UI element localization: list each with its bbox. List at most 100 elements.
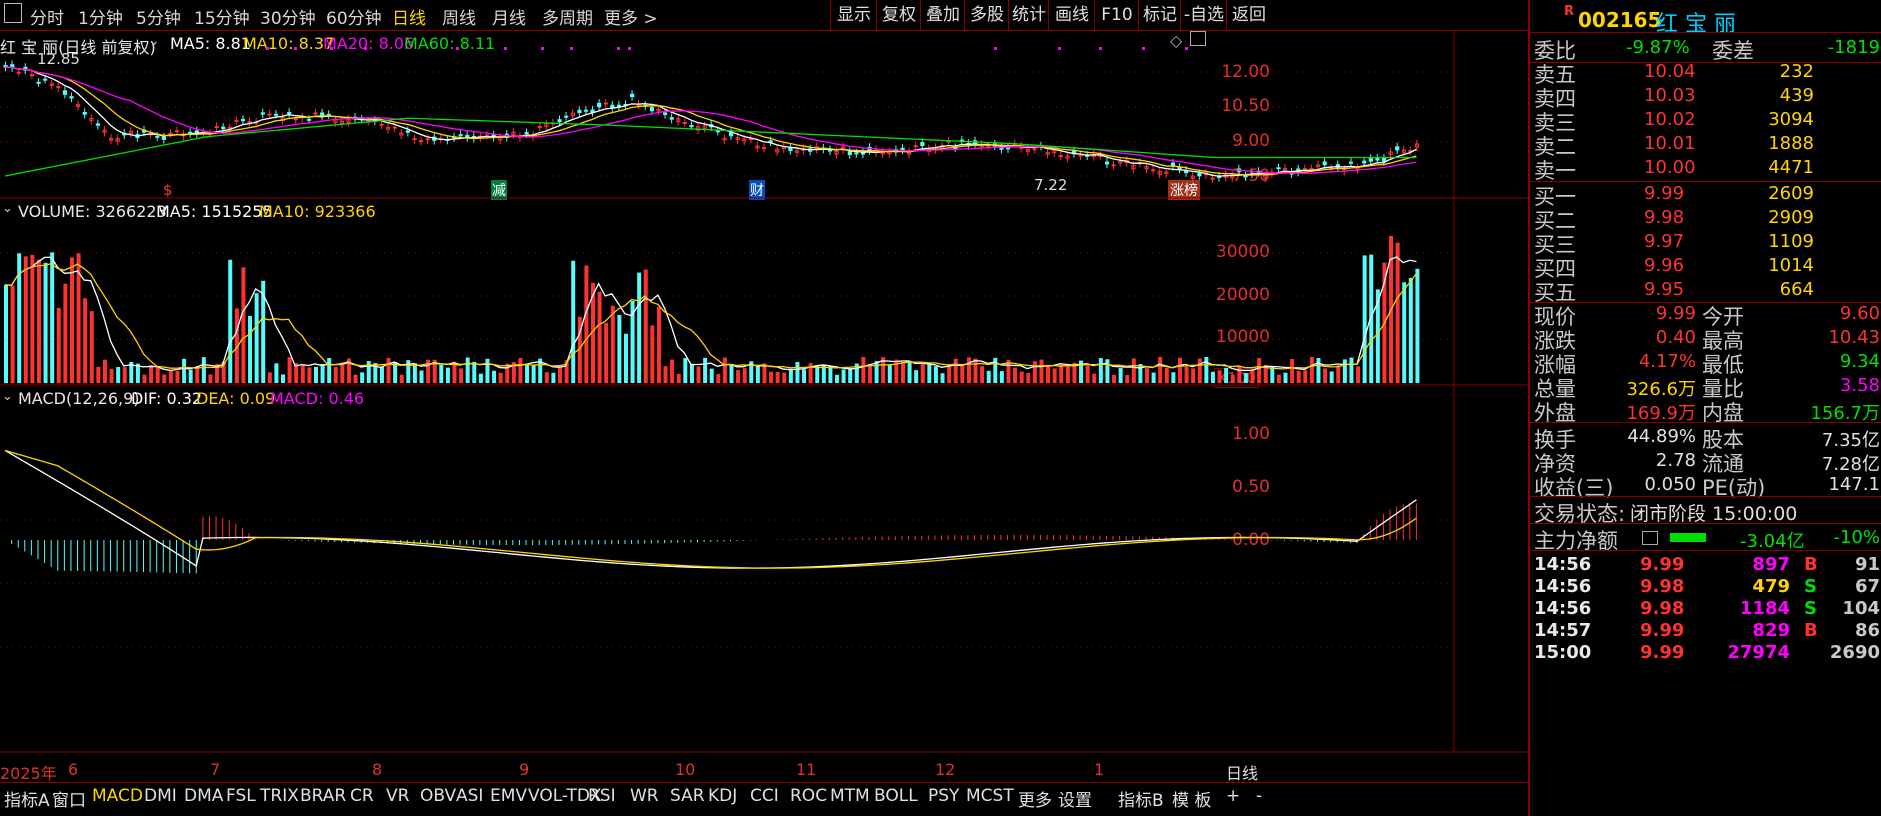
- indicator-tab-6[interactable]: TRIX: [260, 786, 299, 806]
- period-tab-9[interactable]: 多周期: [542, 4, 593, 29]
- chart-mark: [689, 125, 694, 128]
- indicator-tab-28[interactable]: +: [1226, 786, 1240, 806]
- tick-price: 9.99: [1640, 620, 1685, 641]
- period-tab-8[interactable]: 月线: [492, 4, 526, 29]
- period-label[interactable]: 日线: [1226, 760, 1258, 784]
- period-tab-0[interactable]: 分时: [30, 4, 64, 29]
- toolbar-button-7[interactable]: 标记: [1138, 0, 1181, 30]
- bids-price: 9.98: [1644, 207, 1685, 228]
- chart-mark: [1013, 367, 1018, 383]
- chart-mark: [1138, 364, 1143, 383]
- chart-mark: [1197, 173, 1202, 177]
- chart-mark: [1408, 277, 1413, 383]
- asks-volume: 4471: [1768, 157, 1814, 178]
- chart-mark: [175, 371, 180, 383]
- indicator-tab-15[interactable]: WR: [630, 786, 659, 806]
- toolbar-button-3[interactable]: 多股: [964, 0, 1009, 30]
- chart-mark: [537, 126, 542, 129]
- indicator-tab-22[interactable]: PSY: [928, 786, 959, 806]
- toolbar-button-9[interactable]: 返回: [1226, 0, 1271, 30]
- chart-mark: [966, 357, 971, 383]
- indicator-tab-2[interactable]: MACD: [92, 786, 143, 806]
- indicator-tab-4[interactable]: DMA: [184, 786, 223, 806]
- chart-mark: [927, 363, 932, 383]
- chart-mark: [703, 357, 708, 383]
- indicator-tab-3[interactable]: DMI: [144, 786, 177, 806]
- period-tab-10[interactable]: 更多 >: [604, 4, 658, 29]
- chart-mark: [234, 119, 239, 122]
- chart-mark: [109, 368, 114, 383]
- chart-mark: [887, 365, 892, 383]
- period-tab-7[interactable]: 周线: [442, 4, 476, 29]
- dea-line: [4, 449, 1417, 569]
- indicator-tab-10[interactable]: OBV: [420, 786, 456, 806]
- toolbar-button-2[interactable]: 叠加: [920, 0, 965, 30]
- indicator-tab-9[interactable]: VR: [386, 786, 409, 806]
- indicator-tab-26[interactable]: 指标B: [1118, 786, 1164, 811]
- indicator-tab-19[interactable]: ROC: [790, 786, 827, 806]
- chart-mark: [1032, 361, 1037, 383]
- chart-mark: [182, 358, 187, 383]
- toolbar-button-4[interactable]: 统计: [1008, 0, 1049, 30]
- indicator-tab-16[interactable]: SAR: [670, 786, 705, 806]
- period-tab-2[interactable]: 5分钟: [136, 4, 181, 29]
- tick-time: 15:00: [1534, 642, 1592, 663]
- indicator-tab-25[interactable]: 设置: [1058, 786, 1092, 811]
- indicator-tab-17[interactable]: KDJ: [708, 786, 737, 806]
- indicator-tab-14[interactable]: RSI: [588, 786, 616, 806]
- stock-name[interactable]: 红 宝 丽: [1656, 6, 1736, 38]
- event-dot: [541, 47, 544, 50]
- chart-mark: [1217, 370, 1222, 383]
- toolbar-button-8[interactable]: -自选: [1180, 0, 1227, 30]
- period-tab-4[interactable]: 30分钟: [260, 4, 316, 29]
- panel-icon[interactable]: [4, 3, 22, 23]
- chart-mark: [696, 366, 701, 383]
- indicator-tab-8[interactable]: CR: [350, 786, 374, 806]
- asks-row[interactable]: 卖一 10.00 4471: [1534, 155, 1880, 183]
- toolbar-button-6[interactable]: F10: [1094, 0, 1139, 30]
- indicator-tab-20[interactable]: MTM: [830, 786, 870, 806]
- chart-mark: [10, 285, 15, 383]
- chart-mark: [485, 358, 490, 383]
- period-tab-3[interactable]: 15分钟: [194, 4, 250, 29]
- indicator-tab-0[interactable]: 指标A: [4, 786, 50, 811]
- indicator-tab-5[interactable]: FSL: [226, 786, 256, 806]
- chart-mark: [1362, 255, 1367, 383]
- indicator-tab-29[interactable]: -: [1256, 786, 1262, 806]
- indicator-tab-7[interactable]: BRAR: [300, 786, 346, 806]
- event-dot: [628, 47, 631, 50]
- chart-mark: [69, 257, 74, 383]
- toolbar-button-1[interactable]: 复权: [876, 0, 921, 30]
- event-dot: [617, 47, 620, 50]
- tick-count: 67: [1854, 576, 1880, 597]
- period-tab-5[interactable]: 60分钟: [326, 4, 382, 29]
- indicator-tab-12[interactable]: EMV: [490, 786, 527, 806]
- indicator-tab-27[interactable]: 模 板: [1172, 786, 1211, 811]
- tick-time: 14:56: [1534, 576, 1592, 597]
- period-tab-6[interactable]: 日线: [392, 4, 426, 29]
- indicator-tab-24[interactable]: 更多: [1018, 786, 1052, 811]
- toolbar-button-5[interactable]: 画线: [1048, 0, 1095, 30]
- indicator-tab-1[interactable]: 窗口: [52, 786, 86, 811]
- list-icon[interactable]: [1642, 531, 1658, 545]
- date-tick: 8: [372, 760, 383, 779]
- indicator-tab-21[interactable]: BOLL: [874, 786, 918, 806]
- chart-mark: [248, 315, 253, 383]
- chart-mark: [742, 368, 747, 383]
- chart-mark: [603, 102, 608, 105]
- indicator-tab-18[interactable]: CCI: [750, 786, 779, 806]
- chart-mark: [116, 367, 121, 383]
- indicator-tab-11[interactable]: ASI: [456, 786, 483, 806]
- chart-mark: [465, 357, 470, 383]
- chart-mark: [610, 305, 615, 383]
- tick-row: 15:00 9.99 27974 2690: [1534, 642, 1880, 670]
- period-tab-1[interactable]: 1分钟: [78, 4, 123, 29]
- toolbar-button-0[interactable]: 显示: [830, 0, 877, 30]
- chart-mark: [1243, 373, 1248, 383]
- kline-chart-canvas[interactable]: [0, 30, 1528, 782]
- chart-mark: [1111, 164, 1116, 167]
- tick-price: 9.98: [1640, 598, 1685, 619]
- chart-mark: [23, 256, 28, 383]
- tick-volume: 897: [1752, 554, 1790, 575]
- indicator-tab-23[interactable]: MCST: [966, 786, 1014, 806]
